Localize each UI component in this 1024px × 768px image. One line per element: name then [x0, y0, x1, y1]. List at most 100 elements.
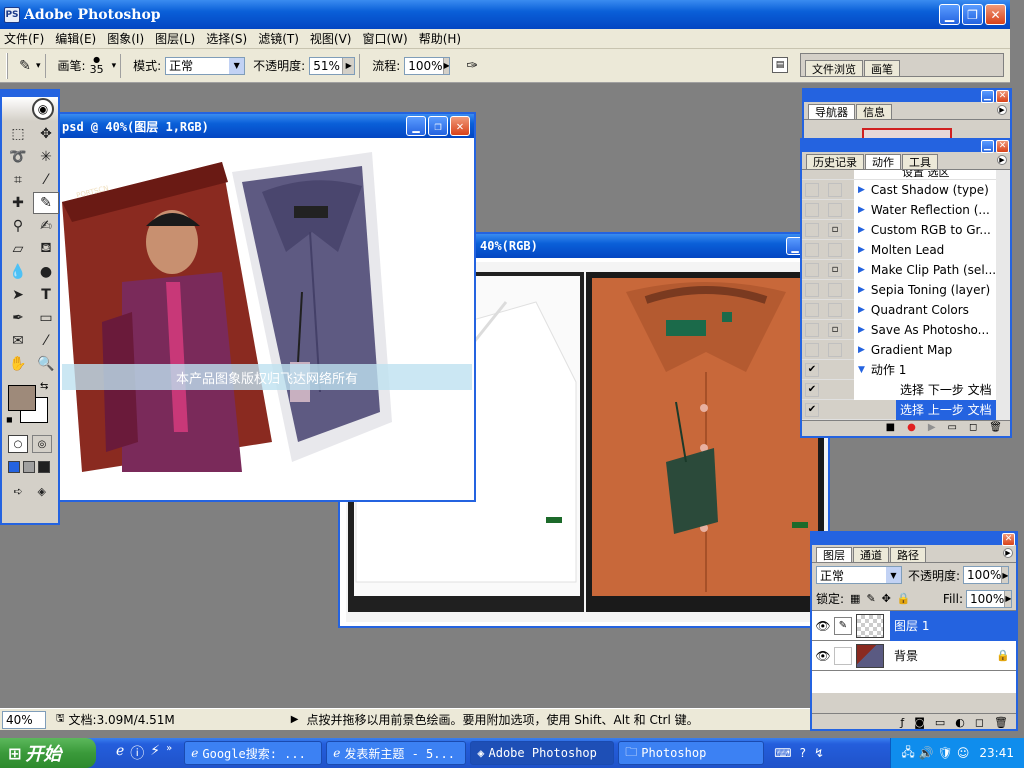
action-sub-dialog-toggle[interactable] — [828, 383, 842, 397]
dodge-tool-icon[interactable]: ● — [33, 261, 59, 283]
brush-picker[interactable]: ● 35 — [90, 56, 104, 76]
actions-panel-titlebar[interactable]: ▁ ✕ — [802, 139, 1010, 153]
rectangle-tool-icon[interactable]: ▭ — [33, 307, 59, 329]
maximize-button[interactable]: ❐ — [962, 4, 983, 25]
actions-close-button[interactable]: ✕ — [996, 139, 1009, 153]
action-row[interactable]: ▶ Water Reflection (... — [802, 199, 996, 220]
action-toggle-check[interactable] — [805, 222, 819, 237]
healing-brush-tool-icon[interactable]: ✚ — [5, 192, 31, 214]
app-titlebar[interactable]: PS Adobe Photoshop ▁ ❐ ✕ — [0, 0, 1010, 29]
expand-triangle-icon[interactable]: ▶ — [858, 285, 865, 295]
tab-actions[interactable]: 动作 — [865, 154, 901, 169]
language-icon[interactable]: ↯ — [814, 746, 824, 760]
task-new-topic[interactable]: ℯ 发表新主题 - 5... — [326, 741, 467, 765]
zoom-tool-icon[interactable]: 🔍 — [33, 353, 59, 375]
action-sub-check-icon[interactable]: ✔ — [805, 402, 819, 417]
magic-wand-tool-icon[interactable]: ✳ — [33, 146, 59, 168]
visibility-eye-icon[interactable]: 👁 — [812, 619, 834, 633]
expand-triangle-icon[interactable]: ▶ — [858, 185, 865, 195]
document-1-titlebar[interactable]: psd @ 40%(图层 1,RGB) ▁ ❐ ✕ — [58, 114, 474, 138]
document-1-canvas[interactable]: 本产品图象版权归飞达网络所有 PORTSCN — [62, 142, 472, 498]
adjustment-layer-icon[interactable]: ◐ — [955, 716, 965, 729]
swap-colors-icon[interactable]: ⇆ — [40, 381, 48, 392]
preset-dropdown-arrow-icon[interactable]: ▾ — [36, 61, 41, 71]
foreground-color-swatch[interactable] — [8, 385, 36, 411]
actions-scrollbar[interactable]: ▲ ▼ — [998, 170, 1010, 420]
pen-tool-icon[interactable]: ✒ — [5, 307, 31, 329]
action-dialog-toggle[interactable] — [828, 242, 842, 257]
tab-file-browser[interactable]: 文件浏览 — [805, 60, 863, 76]
collapse-triangle-icon[interactable]: ▼ — [858, 365, 865, 375]
quick-mask-mode-icon[interactable]: ◎ — [32, 435, 52, 453]
action-row[interactable]: ▶ Molten Lead — [802, 239, 996, 260]
brush-tool-preset-icon[interactable]: ✎ — [14, 55, 36, 77]
new-layer-set-icon[interactable]: ▭ — [935, 716, 945, 729]
visibility-eye-icon[interactable]: 👁 — [812, 649, 834, 663]
doc1-minimize-button[interactable]: ▁ — [406, 116, 426, 136]
mode-select[interactable]: 正常 ▼ — [165, 56, 246, 75]
tab-layers[interactable]: 图层 — [816, 547, 852, 562]
doc1-maximize-button[interactable]: ❐ — [428, 116, 448, 136]
tab-channels[interactable]: 通道 — [853, 547, 889, 562]
hand-tool-icon[interactable]: ✋ — [5, 353, 31, 375]
menu-edit[interactable]: 编辑(E) — [55, 30, 96, 47]
navigator-minimize-button[interactable]: ▁ — [981, 89, 994, 103]
status-menu-arrow-icon[interactable]: ▶ — [291, 714, 299, 725]
notes-tool-icon[interactable]: ✉ — [5, 330, 31, 352]
action-row[interactable]: ▶ Cast Shadow (type) — [802, 179, 996, 200]
action-toggle-check[interactable] — [805, 202, 819, 217]
action-sub-row-selected[interactable]: ✔ 选择 上一步 文档 — [802, 399, 996, 420]
actions-minimize-button[interactable]: ▁ — [981, 139, 994, 153]
action-row[interactable]: ▶ Gradient Map — [802, 339, 996, 360]
doc-info-icon[interactable]: 🖫 — [56, 711, 65, 728]
paint-bucket-tool-icon[interactable]: ⛾ — [33, 238, 59, 260]
action-row[interactable]: ▫ ▶ Save As Photosho... — [802, 319, 996, 340]
layer-link-box[interactable] — [834, 646, 852, 665]
action-row-partial[interactable]: 设置 选区 — [802, 170, 996, 180]
action-toggle-check[interactable] — [805, 282, 819, 297]
ie-icon[interactable]: ℯ — [116, 743, 124, 763]
scroll-down-icon[interactable]: ▼ — [998, 408, 1010, 420]
options-grip[interactable] — [6, 52, 8, 79]
action-dialog-toggle[interactable] — [828, 202, 842, 217]
action-set-dialog-toggle[interactable] — [828, 363, 842, 377]
stop-icon[interactable]: ■ — [886, 422, 895, 433]
slice-tool-icon[interactable]: ⁄ — [33, 169, 59, 191]
action-row[interactable]: ▫ ▶ Custom RGB to Gr... — [802, 219, 996, 240]
tab-tools[interactable]: 工具 — [902, 154, 938, 169]
opacity-slider-arrow-icon[interactable]: ▶ — [342, 57, 355, 74]
crop-tool-icon[interactable]: ⌗ — [5, 169, 31, 191]
toggle-palettes-icon[interactable]: ▤ — [772, 57, 788, 73]
toolbox-header[interactable]: ◉ — [2, 97, 58, 121]
navigator-panel-titlebar[interactable]: ▁ ✕ — [804, 89, 1010, 103]
blur-tool-icon[interactable]: 💧 — [5, 261, 31, 283]
flow-field[interactable]: 100% ▶ — [404, 56, 451, 75]
imageready-icon[interactable]: ◈ — [32, 483, 53, 499]
airbrush-icon[interactable]: ✑ — [460, 55, 484, 77]
expand-triangle-icon[interactable]: ▶ — [858, 345, 865, 355]
type-tool-icon[interactable]: T — [33, 284, 59, 306]
close-button[interactable]: ✕ — [985, 4, 1006, 25]
action-dialog-toggle[interactable]: ▫ — [828, 262, 842, 277]
trash-icon[interactable]: 🗑 — [989, 422, 1002, 433]
action-sub-row[interactable]: ✔ 选择 下一步 文档 — [802, 379, 996, 400]
action-toggle-check[interactable] — [805, 182, 819, 197]
info-icon[interactable]: ⓘ — [130, 743, 144, 763]
lock-all-icon[interactable]: 🔒 — [897, 592, 911, 605]
volume-icon[interactable]: 🔊 — [919, 746, 934, 760]
action-sub-check-icon[interactable]: ✔ — [805, 382, 819, 397]
action-row[interactable]: ▶ Quadrant Colors — [802, 299, 996, 320]
layer-brush-link-icon[interactable]: ✎ — [834, 616, 852, 635]
layers-panel-titlebar[interactable]: ✕ — [812, 532, 1016, 546]
scroll-up-icon[interactable]: ▲ — [998, 170, 1010, 182]
layer-mask-icon[interactable]: ◙ — [914, 716, 925, 729]
menu-select[interactable]: 选择(S) — [206, 30, 247, 47]
clone-stamp-tool-icon[interactable]: ⚲ — [5, 215, 31, 237]
tab-brushes[interactable]: 画笔 — [864, 60, 900, 76]
panel-menu-icon[interactable]: ▶ — [1003, 548, 1013, 558]
expand-triangle-icon[interactable]: ▶ — [858, 325, 865, 335]
start-button[interactable]: ⊞ 开始 — [0, 738, 96, 768]
layer-row-1[interactable]: 👁 ✎ 图层 1 — [812, 610, 1016, 641]
tab-navigator[interactable]: 导航器 — [808, 104, 855, 119]
action-toggle-check[interactable] — [805, 302, 819, 317]
